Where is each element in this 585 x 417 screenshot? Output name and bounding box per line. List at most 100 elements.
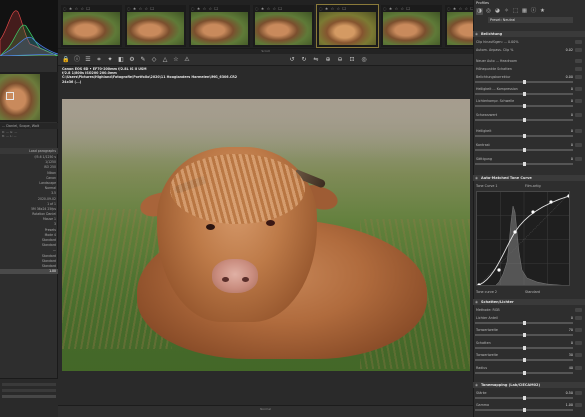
adjustment-row[interactable]: Gamma 1.00 [475,402,583,408]
reset-button[interactable] [575,157,582,161]
thumbnail-rating-icons[interactable]: ◌ ★ ☆ ☆ ☐ [63,6,120,11]
warning-icon[interactable]: ⚠ [183,56,191,64]
curve-mode-c[interactable]: Standard [525,289,540,295]
tone-curve-editor[interactable] [476,191,570,286]
curve-mode-b[interactable]: Film-artig [525,183,541,189]
adjustment-row[interactable]: Stärke 0.50 [475,390,583,396]
zoom-100-icon[interactable]: ◎ [360,56,368,64]
gear-icon[interactable]: ⚙ [128,56,136,64]
reset-button[interactable] [575,75,582,79]
lock-icon[interactable]: 🔒 [62,56,70,64]
main-photo[interactable] [62,99,470,371]
reset-button[interactable] [575,48,582,52]
curve-point[interactable] [531,210,535,214]
adjustment-value[interactable]: 0.02 [566,47,573,53]
curve-point[interactable] [549,200,553,204]
filmstrip-thumbnail[interactable]: ◌ ★ ☆ ☆ ☐ [125,5,186,47]
reset-button[interactable] [575,87,582,91]
brush-icon[interactable]: ✎ [139,56,147,64]
flip-icon[interactable]: ⇋ [312,56,320,64]
adjustment-row[interactable]: Radius 40 [475,365,583,371]
adjustment-value[interactable]: 70 [569,327,573,333]
slider-knob[interactable] [523,162,526,166]
filmstrip-thumbnail[interactable]: ◌ ★ ☆ ☆ ☐ [253,5,314,47]
adjustment-value[interactable]: 0 [571,98,573,104]
slider-knob[interactable] [523,92,526,96]
slider-knob[interactable] [523,80,526,84]
reset-button[interactable] [575,113,582,117]
adjustment-value[interactable]: 1.00 [566,402,573,408]
reset-button[interactable] [575,59,582,63]
info-section-header[interactable]: Load paragraphs [0,148,58,154]
reset-button[interactable] [575,67,582,71]
section-header[interactable]: Schatten/Lichter [473,299,585,305]
adjustment-slider[interactable] [475,118,573,122]
adjustment-row[interactable]: Höhepunkte Schatten [475,66,583,72]
filmstrip-thumbnail[interactable]: ◌ ★ ☆ ☆ ☐ [61,5,122,47]
history-bar[interactable] [2,383,56,386]
zoom-out-icon[interactable]: ⊖ [336,56,344,64]
adjustment-slider[interactable] [475,396,573,400]
filmstrip-thumbnail[interactable]: ◌ ★ ☆ ☆ ☐ [381,5,442,47]
thumbnail-rating-icons[interactable]: ◌ ★ ☆ ☆ ☐ [255,6,312,11]
adjustment-value[interactable]: 0.00 [566,74,573,80]
history-bar[interactable] [2,395,56,398]
adjustment-slider[interactable] [475,134,573,138]
adjustment-slider[interactable] [475,148,573,152]
zoom-fit-icon[interactable]: ⊡ [348,56,356,64]
slider-knob[interactable] [523,333,526,337]
adjustment-row[interactable]: Neuer Auto ... Headroom [475,58,583,64]
zoom-in-icon[interactable]: ⊕ [324,56,332,64]
filmstrip-thumbnail[interactable]: ◌ ★ ☆ ☆ ☐ [316,4,379,48]
adjustment-row[interactable]: Belichtungskorrektur 0.00 [475,74,583,80]
adjustment-row[interactable]: Autom. Anpass. Clip % 0.02 [475,47,583,53]
adjustment-row[interactable]: Lichterkompr. Schwelle 0 [475,98,583,104]
adjustment-value[interactable]: 0 [571,86,573,92]
shape-icon[interactable]: ◇ [150,56,158,64]
stack-icon[interactable]: ☰ [84,56,92,64]
reset-button[interactable] [575,316,582,320]
adjustment-slider[interactable] [475,162,573,166]
slider-knob[interactable] [523,396,526,400]
adjustment-row[interactable]: Kontrast 0 [475,142,583,148]
history-bar[interactable] [2,389,56,392]
adjustment-slider[interactable] [475,333,573,337]
adjustment-row[interactable]: Tonwertweite 70 [475,327,583,333]
section-header[interactable]: Auto-Matched Tone Curve [473,175,585,181]
adjustment-slider[interactable] [475,408,573,412]
adjustment-slider[interactable] [475,92,573,96]
thumbnail-rating-icons[interactable]: ◌ ★ ☆ ☆ ☐ [127,6,184,11]
adjustment-row[interactable]: Helligkeit ... Kompression 0 [475,86,583,92]
reset-button[interactable] [575,308,582,312]
adjustment-row[interactable]: Methode: RGB [475,307,583,313]
reset-button[interactable] [575,403,582,407]
tone-curve-graph[interactable] [477,192,570,286]
adjustment-row[interactable]: Tonwertweite 30 [475,352,583,358]
reset-button[interactable] [575,353,582,357]
adjustment-row[interactable]: Clip hinzufügen: ... 0.00% [475,39,583,45]
reset-button[interactable] [575,143,582,147]
curve-type-row[interactable]: Tone Curve 1 Film-artig [475,183,583,189]
adjustment-value[interactable]: 30 [569,352,573,358]
section-header[interactable]: Belichtung [473,31,585,37]
navigator-thumbnail[interactable] [0,72,58,122]
adjustment-slider[interactable] [475,371,573,375]
adjustment-slider[interactable] [475,346,573,350]
star-icon[interactable]: ☆ [172,56,180,64]
triangle-icon[interactable]: △ [161,56,169,64]
reset-button[interactable] [575,129,582,133]
curve-type-d[interactable]: Tone curve 2 [476,289,497,295]
adjustment-row[interactable]: Helligkeit 0 [475,128,583,134]
adjustment-value[interactable]: 0 [571,142,573,148]
reset-button[interactable] [575,391,582,395]
adjustment-row[interactable]: Lichter Anteil 0 [475,315,583,321]
slider-knob[interactable] [523,118,526,122]
adjustment-value[interactable]: 0 [571,340,573,346]
reset-button[interactable] [575,341,582,345]
slider-knob[interactable] [523,346,526,350]
adjustment-value[interactable]: 0 [571,112,573,118]
rotate-left-icon[interactable]: ↺ [288,56,296,64]
adjustment-row[interactable]: Sättigung 0 [475,156,583,162]
curve-point[interactable] [567,194,570,198]
curve-type-a[interactable]: Tone Curve 1 [476,183,498,189]
